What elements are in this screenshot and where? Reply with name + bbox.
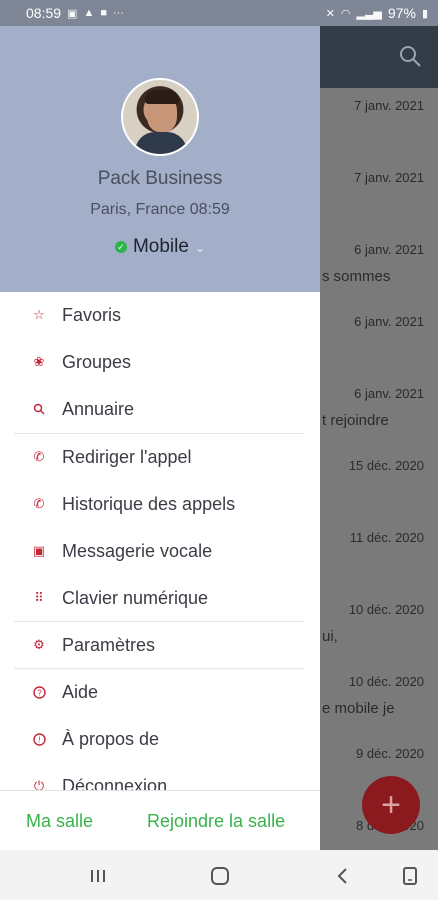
menu-item-favoris[interactable]: ☆ Favoris bbox=[0, 292, 320, 338]
item-snippet: e mobile je bbox=[322, 700, 395, 717]
wifi-icon: ◠ bbox=[340, 7, 351, 20]
avatar[interactable] bbox=[121, 78, 199, 156]
menu-item-label: Aide bbox=[62, 681, 99, 702]
item-date: 10 déc. 2020 bbox=[348, 674, 424, 689]
item-date: 15 déc. 2020 bbox=[348, 458, 424, 473]
back-icon[interactable] bbox=[332, 865, 354, 887]
menu-item-aide[interactable]: ? Aide bbox=[0, 669, 320, 715]
user-location: Paris, France 08:59 bbox=[90, 201, 230, 218]
menu-item-label: Historique des appels bbox=[62, 493, 236, 514]
item-date: 9 déc. 2020 bbox=[356, 746, 424, 761]
join-room-link[interactable]: Rejoindre la salle bbox=[147, 811, 285, 832]
item-date: 10 déc. 2020 bbox=[348, 602, 424, 617]
item-date: 11 déc. 2020 bbox=[349, 530, 424, 545]
chevron-down-icon: ⌄ bbox=[194, 241, 206, 255]
gear-icon: ⚙ bbox=[33, 637, 45, 652]
menu-item-historique[interactable]: ✆ Historique des appels bbox=[0, 481, 320, 527]
dialpad-icon: ⠿ bbox=[34, 590, 44, 605]
presence-label: Mobile bbox=[132, 236, 189, 257]
star-icon: ☆ bbox=[33, 307, 45, 322]
drawer-header: Pack Business Paris, France 08:59 ✓ Mobi… bbox=[0, 26, 320, 292]
menu-item-label: Messagerie vocale bbox=[62, 540, 213, 561]
menu-item-label: Favoris bbox=[62, 304, 122, 325]
status-bar: 08:59 ▣ ▲ ■ ··· ✕ ◠ ▂▃▅ 97% ▮ bbox=[0, 0, 438, 26]
check-icon: ✓ bbox=[114, 241, 127, 253]
item-date: 6 janv. 2021 bbox=[354, 314, 424, 329]
warning-icon: ▲ bbox=[83, 7, 95, 19]
my-room-link[interactable]: Ma salle bbox=[26, 811, 93, 832]
menu-item-label: Groupes bbox=[62, 351, 132, 372]
battery-level: 97% bbox=[387, 5, 416, 21]
navigation-drawer: Pack Business Paris, France 08:59 ✓ Mobi… bbox=[0, 26, 320, 850]
phone-forward-icon: ✆ bbox=[33, 449, 45, 464]
call-history-icon: ✆ bbox=[33, 496, 45, 511]
presence-selector[interactable]: ✓ Mobile ⌄ bbox=[0, 236, 320, 258]
help-icon: ? bbox=[31, 684, 47, 700]
menu-item-groupes[interactable]: ❀ Groupes bbox=[0, 339, 320, 385]
new-conversation-button[interactable]: + bbox=[362, 776, 420, 834]
menu-item-clavier[interactable]: ⠿ Clavier numérique bbox=[0, 575, 320, 621]
menu-item-label: Rediriger l'appel bbox=[62, 446, 192, 467]
item-snippet: ui, bbox=[322, 628, 338, 645]
item-snippet: s sommes bbox=[322, 268, 391, 285]
system-nav-bar bbox=[0, 850, 438, 900]
mute-icon: ✕ bbox=[325, 7, 335, 20]
svg-text:?: ? bbox=[37, 688, 42, 697]
item-date: 7 janv. 2021 bbox=[354, 98, 424, 113]
search-icon bbox=[31, 401, 47, 417]
menu-item-annuaire[interactable]: Annuaire bbox=[0, 386, 320, 432]
item-date: 6 janv. 2021 bbox=[354, 242, 424, 257]
bag-icon: ■ bbox=[100, 7, 107, 19]
item-snippet: t rejoindre bbox=[322, 412, 389, 429]
menu-item-label: Clavier numérique bbox=[62, 587, 209, 608]
menu-item-messagerie[interactable]: ▣ Messagerie vocale bbox=[0, 528, 320, 574]
item-date: 6 janv. 2021 bbox=[354, 386, 424, 401]
menu-item-label: Paramètres bbox=[62, 634, 156, 655]
status-time: 08:59 bbox=[26, 5, 62, 21]
groups-icon: ❀ bbox=[33, 354, 45, 369]
menu-item-parametres[interactable]: ⚙ Paramètres bbox=[0, 622, 320, 668]
keyboard-switch-icon[interactable] bbox=[399, 865, 421, 887]
signal-icon: ▂▃▅ bbox=[356, 7, 382, 20]
menu-item-rediriger[interactable]: ✆ Rediriger l'appel bbox=[0, 434, 320, 480]
menu-item-label: Annuaire bbox=[62, 398, 135, 419]
drawer-footer: Ma salle Rejoindre la salle bbox=[0, 790, 320, 850]
menu-item-label: À propos de bbox=[62, 728, 160, 749]
user-name: Pack Business bbox=[97, 168, 223, 189]
info-icon: ! bbox=[31, 731, 47, 747]
item-date: 7 janv. 2021 bbox=[354, 170, 424, 185]
recent-apps-icon[interactable] bbox=[87, 865, 109, 887]
battery-icon: ▮ bbox=[421, 7, 428, 20]
gallery-icon: ▣ bbox=[67, 7, 78, 20]
svg-text:!: ! bbox=[38, 735, 40, 744]
menu-item-apropos[interactable]: ! À propos de bbox=[0, 716, 320, 762]
more-icon: ··· bbox=[113, 7, 124, 19]
voicemail-icon: ▣ bbox=[32, 543, 46, 558]
search-icon[interactable] bbox=[398, 44, 422, 68]
home-icon[interactable] bbox=[209, 865, 231, 887]
